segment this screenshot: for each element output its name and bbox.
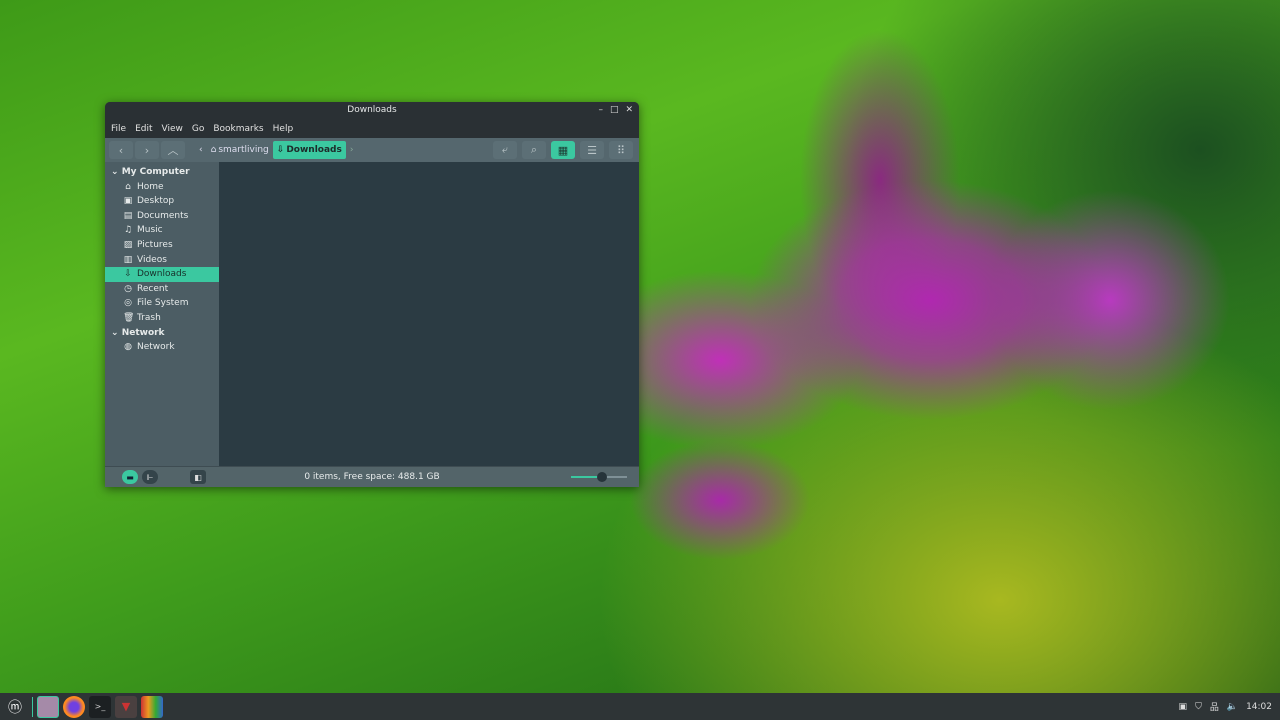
globe-icon: ◍ <box>124 342 132 353</box>
back-button[interactable]: ‹ <box>109 141 133 159</box>
section-my-computer[interactable]: ⌄ My Computer <box>105 165 219 180</box>
download-icon: ⇩ <box>124 269 132 280</box>
sidebar-item-network[interactable]: ◍ Network <box>105 340 219 355</box>
shield-icon[interactable]: ⛉ <box>1195 702 1202 712</box>
system-tray: ▣ ⛉ 品 🔈 14:02 <box>1179 693 1272 720</box>
taskbar: ⓜ >_ ▼ ▣ ⛉ 品 🔈 14:02 <box>0 693 1280 720</box>
menu-file[interactable]: File <box>111 124 126 134</box>
file-view[interactable] <box>219 162 639 466</box>
firefox-launcher[interactable] <box>63 695 85 718</box>
terminal-launcher[interactable]: >_ <box>89 695 111 718</box>
sidebar-item-downloads[interactable]: ⇩ Downloads <box>105 267 219 282</box>
terminal-button[interactable]: ⤶ <box>493 141 517 159</box>
file-manager-window: Downloads – □ ✕ File Edit View Go Bookmark… <box>105 102 639 487</box>
separator <box>32 696 33 717</box>
sidebar-item-trash[interactable]: 🗑 Trash <box>105 311 219 326</box>
title-bar[interactable]: Downloads – □ ✕ <box>105 102 639 119</box>
menu-go[interactable]: Go <box>192 124 204 134</box>
desktop-icon: ▣ <box>123 196 133 207</box>
download-icon: ⇩ <box>276 145 285 155</box>
home-icon: ⌂ <box>125 181 131 192</box>
breadcrumb-smartliving[interactable]: ⌂ smartliving <box>207 141 273 159</box>
app-window[interactable] <box>141 695 163 718</box>
sidebar-item-music[interactable]: ♫ Music <box>105 223 219 238</box>
minimize-button[interactable]: – <box>598 102 603 119</box>
window-title: Downloads <box>347 105 397 115</box>
sidebar-item-pictures[interactable]: ▨ Pictures <box>105 238 219 253</box>
tree-toggle-button[interactable]: ⊩ <box>142 470 158 484</box>
sidebar-item-desktop[interactable]: ▣ Desktop <box>105 194 219 209</box>
menu-bookmarks[interactable]: Bookmarks <box>213 124 263 134</box>
videos-icon: ▥ <box>123 254 133 265</box>
places-toggle-button[interactable]: ▬ <box>122 470 138 484</box>
compact-view-button[interactable]: ⠿ <box>609 141 633 159</box>
volume-icon[interactable]: 🔈 <box>1227 702 1238 712</box>
search-button[interactable]: ⌕ <box>522 141 546 159</box>
sidebar: ⌄ My Computer ⌂ Home ▣ Desktop ▤ Documents … <box>105 162 219 466</box>
documents-icon: ▤ <box>123 210 133 221</box>
app-launcher[interactable]: ▼ <box>115 695 137 718</box>
icon-view-button[interactable]: ▦ <box>551 141 575 159</box>
forward-button[interactable]: › <box>135 141 159 159</box>
toolbar: ‹ › ︿ ‹ ⌂ smartliving ⇩ Downloads › ⤶ ⌕ ▦ … <box>105 138 639 162</box>
sidebar-item-recent[interactable]: ◷ Recent <box>105 282 219 297</box>
zoom-slider[interactable] <box>571 472 627 482</box>
sidebar-item-videos[interactable]: ▥ Videos <box>105 253 219 268</box>
section-network[interactable]: ⌄ Network <box>105 326 219 341</box>
breadcrumb-next-button[interactable]: › <box>346 141 358 159</box>
clipboard-icon[interactable]: ▣ <box>1179 702 1188 712</box>
recent-icon: ◷ <box>124 283 132 294</box>
sidebar-item-file-system[interactable]: ◎ File System <box>105 296 219 311</box>
status-bar: ▬ ⊩ ◧ 0 items, Free space: 488.1 GB <box>105 466 639 487</box>
pictures-icon: ▨ <box>123 239 133 250</box>
breadcrumb-prev-button[interactable]: ‹ <box>195 141 207 159</box>
clock[interactable]: 14:02 <box>1246 702 1272 712</box>
close-button[interactable]: ✕ <box>625 102 633 119</box>
sidebar-item-home[interactable]: ⌂ Home <box>105 180 219 195</box>
list-view-button[interactable]: ☰ <box>580 141 604 159</box>
menu-button[interactable]: ⓜ <box>4 696 26 718</box>
menu-bar: File Edit View Go Bookmarks Help <box>105 119 639 138</box>
breadcrumb: ‹ ⌂ smartliving ⇩ Downloads › <box>195 141 357 159</box>
hide-sidebar-button[interactable]: ◧ <box>190 470 206 484</box>
files-launcher[interactable] <box>37 695 59 718</box>
maximize-button[interactable]: □ <box>610 102 619 119</box>
menu-view[interactable]: View <box>162 124 183 134</box>
status-text: 0 items, Free space: 488.1 GB <box>304 472 440 482</box>
sidebar-item-documents[interactable]: ▤ Documents <box>105 209 219 224</box>
breadcrumb-downloads[interactable]: ⇩ Downloads <box>272 141 346 159</box>
menu-help[interactable]: Help <box>273 124 294 134</box>
network-icon[interactable]: 品 <box>1210 700 1219 713</box>
music-icon: ♫ <box>123 225 133 236</box>
drive-icon: ◎ <box>124 298 132 309</box>
up-button[interactable]: ︿ <box>161 141 185 159</box>
trash-icon: 🗑 <box>123 312 135 323</box>
menu-edit[interactable]: Edit <box>135 124 152 134</box>
